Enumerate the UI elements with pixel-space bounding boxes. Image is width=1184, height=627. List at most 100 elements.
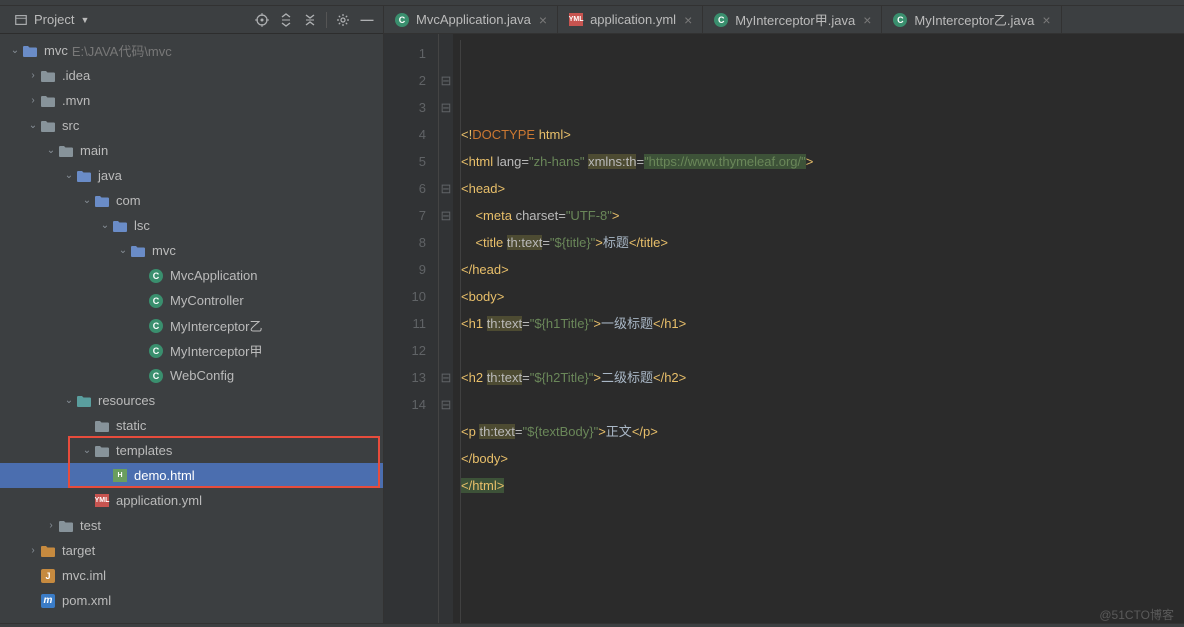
tab-myinterceptor-java[interactable]: CMyInterceptor乙.java×: [882, 6, 1061, 33]
close-icon[interactable]: ×: [539, 12, 547, 28]
code-line[interactable]: <html lang="zh-hans" xmlns:th="https://w…: [461, 148, 1184, 175]
chevron-down-icon[interactable]: ⌄: [98, 220, 112, 231]
fold-col[interactable]: ⊟⊟ ⊟⊟ ⊟⊟: [439, 34, 453, 623]
class-icon: C: [892, 12, 908, 28]
tree-item-mvc-iml[interactable]: ·Jmvc.iml: [0, 563, 383, 588]
chevron-right-icon[interactable]: ›: [26, 545, 40, 556]
tree-item-resources[interactable]: ⌄resources: [0, 388, 383, 413]
tree-item-mvcapplication[interactable]: ·CMvcApplication: [0, 263, 383, 288]
project-tree[interactable]: ⌄mvcE:\JAVA代码\mvc › .idea ›.mvn⌄src⌄main⌄ja…: [0, 34, 383, 623]
chevron-down-icon[interactable]: ⌄: [62, 170, 76, 181]
class-icon: C: [713, 12, 729, 28]
chevron-down-icon[interactable]: ⌄: [80, 195, 94, 206]
chevron-down-icon[interactable]: ⌄: [80, 445, 94, 456]
tree-label: MyInterceptor甲: [170, 341, 262, 360]
tree-item-mvc[interactable]: ⌄mvcE:\JAVA代码\mvc: [0, 38, 383, 63]
code-line[interactable]: </head>: [461, 256, 1184, 283]
tree-item-src[interactable]: ⌄src: [0, 113, 383, 138]
line-number: 5: [390, 148, 426, 175]
code-line[interactable]: </body>: [461, 445, 1184, 472]
tree-item-myinterceptor-[interactable]: ·CMyInterceptor乙: [0, 313, 383, 338]
tree-label: mvc: [152, 243, 176, 258]
tree-item-static[interactable]: ·static: [0, 413, 383, 438]
folder-icon: [40, 118, 56, 134]
folder-icon: [40, 68, 56, 84]
chevron-right-icon[interactable]: ›: [26, 70, 40, 81]
tree-item-pom-xml[interactable]: ·mpom.xml: [0, 588, 383, 613]
yml-icon: YML: [568, 12, 584, 28]
close-icon[interactable]: ×: [684, 12, 692, 28]
tree-item-demo-html[interactable]: ·Hdemo.html: [0, 463, 383, 488]
tree-item-main[interactable]: ⌄main: [0, 138, 383, 163]
line-number: 6: [390, 175, 426, 202]
chevron-down-icon[interactable]: ⌄: [116, 245, 130, 256]
tree-label: demo.html: [134, 468, 195, 483]
chevron-down-icon[interactable]: ⌄: [26, 120, 40, 131]
arrow-blank: ·: [134, 270, 148, 281]
locate-icon[interactable]: [254, 12, 270, 28]
chevron-down-icon[interactable]: ⌄: [8, 45, 22, 56]
tab-mvcapplication-java[interactable]: CMvcApplication.java×: [384, 6, 558, 33]
fold-marker[interactable]: ⊟: [439, 364, 453, 391]
tree-label: pom.xml: [62, 593, 111, 608]
code-line[interactable]: <h1 th:text="${h1Title}">一级标题</h1>: [461, 310, 1184, 337]
code-area[interactable]: 1234567891011121314 ⊟⊟ ⊟⊟ ⊟⊟ <!DOCTYPE h…: [384, 34, 1184, 623]
line-number: 4: [390, 121, 426, 148]
project-view-selector[interactable]: Project ▼: [8, 10, 95, 29]
close-icon[interactable]: ×: [863, 12, 871, 28]
tree-item-lsc[interactable]: ⌄lsc: [0, 213, 383, 238]
tree-label: .idea: [62, 68, 90, 83]
code-line[interactable]: <p th:text="${textBody}">正文</p>: [461, 418, 1184, 445]
class-icon: C: [148, 318, 164, 334]
fold-marker[interactable]: ⊟: [439, 175, 453, 202]
arrow-blank: ·: [26, 595, 40, 606]
gear-icon[interactable]: [335, 12, 351, 28]
tree-item-mvc[interactable]: ⌄ mvc: [0, 238, 383, 263]
source[interactable]: <!DOCTYPE html><html lang="zh-hans" xmln…: [453, 34, 1184, 623]
close-icon[interactable]: ×: [1042, 12, 1050, 28]
tab-application-yml[interactable]: YML application.yml ×: [558, 6, 703, 33]
collapse-all-icon[interactable]: [302, 12, 318, 28]
code-line[interactable]: <meta charset="UTF-8">: [461, 202, 1184, 229]
fold-marker[interactable]: ⊟: [439, 94, 453, 121]
fold-marker[interactable]: ⊟: [439, 391, 453, 418]
line-number: 14: [390, 391, 426, 418]
code-line[interactable]: [461, 337, 1184, 364]
watermark: @51CTO博客: [1099, 606, 1174, 623]
code-line[interactable]: <head>: [461, 175, 1184, 202]
fold-marker: [439, 229, 453, 256]
tree-item-myinterceptor-[interactable]: ·CMyInterceptor甲: [0, 338, 383, 363]
tab-label: application.yml: [590, 12, 676, 27]
folder-teal-icon: [76, 393, 92, 409]
chevron-right-icon[interactable]: ›: [44, 520, 58, 531]
fold-marker[interactable]: ⊟: [439, 67, 453, 94]
tree-item-test[interactable]: ›test: [0, 513, 383, 538]
code-line[interactable]: [461, 391, 1184, 418]
code-line[interactable]: <!DOCTYPE html>: [461, 121, 1184, 148]
code-line[interactable]: <body>: [461, 283, 1184, 310]
tree-item-application-yml[interactable]: ·YMLapplication.yml: [0, 488, 383, 513]
fold-marker[interactable]: ⊟: [439, 202, 453, 229]
code-line[interactable]: <title th:text="${title}">标题</title>: [461, 229, 1184, 256]
tab-myinterceptor-java[interactable]: CMyInterceptor甲.java×: [703, 6, 882, 33]
tree-item-mycontroller[interactable]: ·CMyController: [0, 288, 383, 313]
class-icon: C: [148, 293, 164, 309]
code-line[interactable]: </html>: [461, 472, 1184, 499]
chevron-down-icon[interactable]: ⌄: [62, 395, 76, 406]
tree-item-com[interactable]: ⌄com: [0, 188, 383, 213]
tree-item-java[interactable]: ⌄java: [0, 163, 383, 188]
hide-icon[interactable]: —: [359, 12, 375, 28]
tree-item--mvn[interactable]: ›.mvn: [0, 88, 383, 113]
fold-marker: [439, 256, 453, 283]
code-line[interactable]: <h2 th:text="${h2Title}">二级标题</h2>: [461, 364, 1184, 391]
tree-item--idea[interactable]: › .idea: [0, 63, 383, 88]
tree-item-templates[interactable]: ⌄templates: [0, 438, 383, 463]
expand-all-icon[interactable]: [278, 12, 294, 28]
arrow-blank: ·: [98, 470, 112, 481]
tree-item-target[interactable]: ›target: [0, 538, 383, 563]
arrow-blank: ·: [80, 495, 94, 506]
tree-item-webconfig[interactable]: ·CWebConfig: [0, 363, 383, 388]
chevron-right-icon[interactable]: ›: [26, 95, 40, 106]
tree-label: application.yml: [116, 493, 202, 508]
chevron-down-icon[interactable]: ⌄: [44, 145, 58, 156]
